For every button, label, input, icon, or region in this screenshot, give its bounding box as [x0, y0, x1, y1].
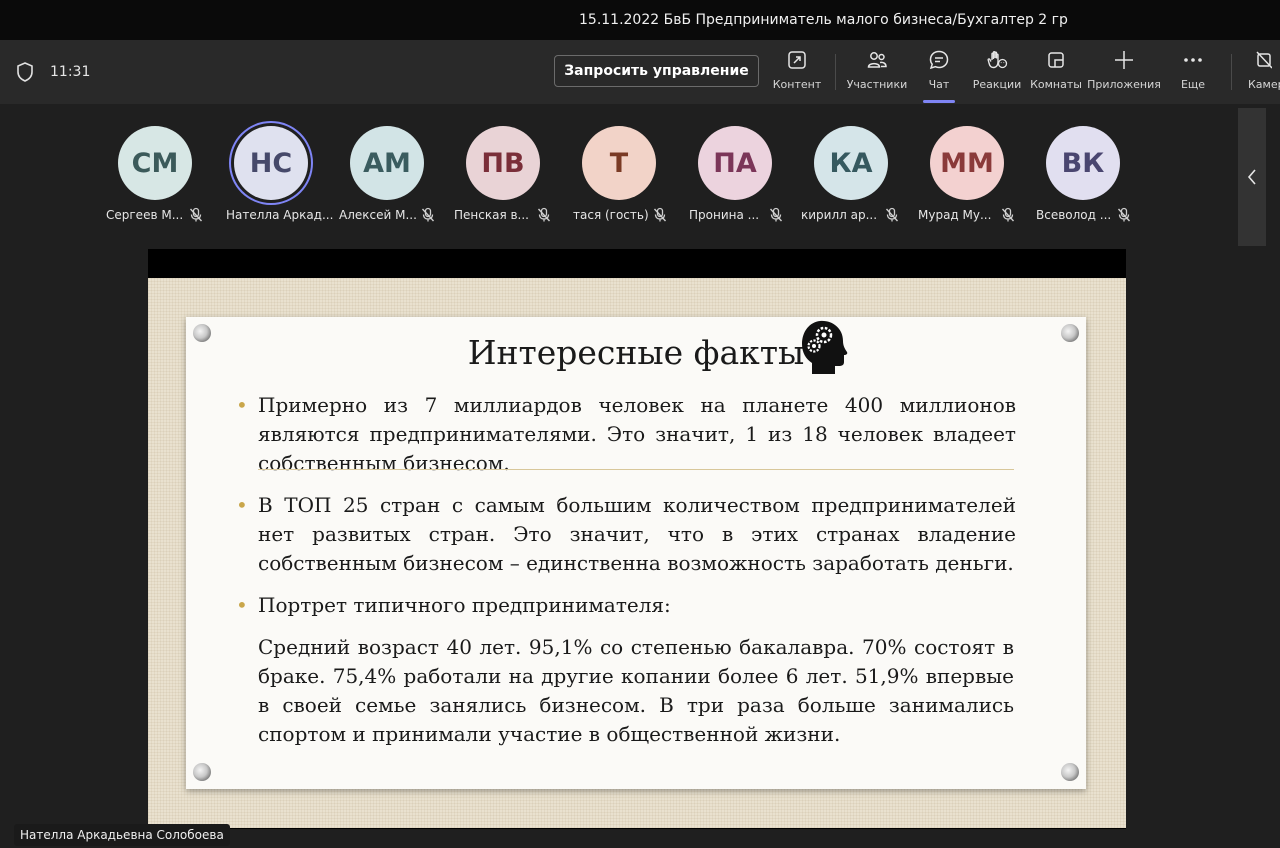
- mic-muted-icon: [189, 207, 203, 222]
- participant-name: Мурад Му...: [918, 208, 992, 222]
- chevron-left-icon: [1247, 169, 1256, 185]
- slide-bullet-3: • Портрет типичного предпринимателя:: [236, 591, 1016, 620]
- meeting-title: 15.11.2022 БвБ Предприниматель малого би…: [579, 12, 1068, 28]
- pin-decoration: [193, 763, 211, 781]
- presenter-name-label: Нателла Аркадьевна Солобоева: [14, 824, 230, 846]
- participant-avatar[interactable]: СМ: [118, 126, 192, 200]
- slide-title: Интересные факты: [467, 333, 805, 372]
- mic-muted-icon: [537, 207, 551, 222]
- pin-decoration: [1061, 763, 1079, 781]
- plus-icon: [1115, 51, 1133, 69]
- title-bar: 15.11.2022 БвБ Предприниматель малого би…: [0, 0, 1280, 40]
- participant-name: Нателла Аркад...: [226, 208, 334, 222]
- mic-muted-icon: [1001, 207, 1015, 222]
- rooms-button[interactable]: Комнаты: [1030, 48, 1082, 100]
- divider-line: [258, 469, 1014, 470]
- apps-label: Приложения: [1087, 78, 1161, 91]
- mic-muted-icon: [421, 207, 435, 222]
- more-icon: [1184, 58, 1202, 62]
- participant-name: Пенская в...: [454, 208, 529, 222]
- camera-off-icon: [1256, 51, 1272, 69]
- chat-button[interactable]: Чат: [919, 48, 959, 100]
- bullet-text: В ТОП 25 стран с самым большим количеств…: [258, 493, 1016, 575]
- share-content-label: Контент: [772, 78, 822, 91]
- mic-muted-icon: [769, 207, 783, 222]
- participant-avatar[interactable]: ПА: [698, 126, 772, 200]
- presentation-slide: Интересные факты • Примерно из 7 миллиар…: [148, 278, 1126, 828]
- meeting-timer: 11:31: [50, 64, 91, 80]
- bullet-text: Портрет типичного предпринимателя:: [258, 593, 671, 617]
- slide-bullet-1: • Примерно из 7 миллиардов человек на пл…: [236, 391, 1016, 478]
- meeting-toolbar: 11:31 Запросить управление Контент Участ…: [0, 40, 1280, 104]
- request-control-button[interactable]: Запросить управление: [554, 55, 759, 87]
- share-content-icon: [788, 51, 806, 69]
- camera-label: Камер: [1248, 78, 1280, 91]
- participant-avatar[interactable]: Т: [582, 126, 656, 200]
- participant-avatar[interactable]: КА: [814, 126, 888, 200]
- reactions-label: Реакции: [972, 78, 1022, 91]
- bullet-dot: •: [236, 493, 248, 517]
- camera-button[interactable]: Камер: [1248, 48, 1280, 100]
- participants-strip: СМ Сергеев М... НС Нателла Аркад... АМ Алексе…: [0, 104, 1280, 249]
- participant-avatar[interactable]: ММ: [930, 126, 1004, 200]
- avatar-initials: ПА: [698, 126, 772, 200]
- bullet-text: Примерно из 7 миллиардов человек на план…: [258, 393, 1016, 475]
- toolbar-divider: [1231, 54, 1232, 90]
- participant-name: тася (гость): [573, 208, 649, 222]
- reactions-button[interactable]: Реакции: [973, 48, 1021, 100]
- toolbar-divider: [835, 54, 836, 90]
- more-label: Еще: [1180, 78, 1206, 91]
- participant-avatar[interactable]: АМ: [350, 126, 424, 200]
- raise-hand-icon: [987, 51, 1008, 69]
- mic-muted-icon: [885, 207, 899, 222]
- shared-content-stage: Интересные факты • Примерно из 7 миллиар…: [0, 249, 1280, 848]
- rooms-label: Комнаты: [1030, 78, 1082, 91]
- avatar-initials: СМ: [118, 126, 192, 200]
- shared-screen: Интересные факты • Примерно из 7 миллиар…: [148, 249, 1126, 829]
- participants-button[interactable]: Участники: [846, 48, 908, 100]
- participant-avatar[interactable]: ВК: [1046, 126, 1120, 200]
- shield-icon: [17, 62, 33, 82]
- participant-name: Всеволод ...: [1036, 208, 1112, 222]
- slide-paragraph: Средний возраст 40 лет. 95,1% со степень…: [258, 635, 1014, 746]
- avatar-initials: Т: [582, 126, 656, 200]
- people-icon: [867, 52, 887, 68]
- participant-name: Пронина ...: [689, 208, 760, 222]
- participant-name: кирилл ар...: [801, 208, 878, 222]
- avatar-initials: ММ: [930, 126, 1004, 200]
- slide-bullet-2: • В ТОП 25 стран с самым большим количес…: [236, 491, 1016, 578]
- participant-name: Алексей М...: [339, 208, 417, 222]
- bullet-dot: •: [236, 593, 248, 617]
- mic-muted-icon: [1117, 207, 1131, 222]
- participants-label: Участники: [846, 78, 908, 91]
- bullet-dot: •: [236, 393, 248, 417]
- avatar-initials: КА: [814, 126, 888, 200]
- participant-name: Сергеев М...: [106, 208, 184, 222]
- more-button[interactable]: Еще: [1170, 48, 1216, 100]
- participant-avatar[interactable]: ПВ: [466, 126, 540, 200]
- participant-avatar[interactable]: НС: [234, 126, 308, 200]
- slide-paper: Интересные факты • Примерно из 7 миллиар…: [186, 317, 1086, 789]
- avatar-initials: ВК: [1046, 126, 1120, 200]
- share-content-button[interactable]: Контент: [770, 48, 824, 100]
- collapse-gallery-button[interactable]: [1238, 108, 1266, 246]
- chat-label: Чат: [928, 78, 950, 91]
- chat-icon: [929, 50, 949, 70]
- avatar-initials: ПВ: [466, 126, 540, 200]
- avatar-initials: АМ: [350, 126, 424, 200]
- rooms-icon: [1048, 52, 1064, 68]
- mic-muted-icon: [653, 207, 667, 222]
- avatar-initials: НС: [234, 126, 308, 200]
- apps-button[interactable]: Приложения: [1087, 48, 1161, 100]
- head-gears-icon: [802, 320, 848, 374]
- chat-active-indicator: [923, 100, 955, 103]
